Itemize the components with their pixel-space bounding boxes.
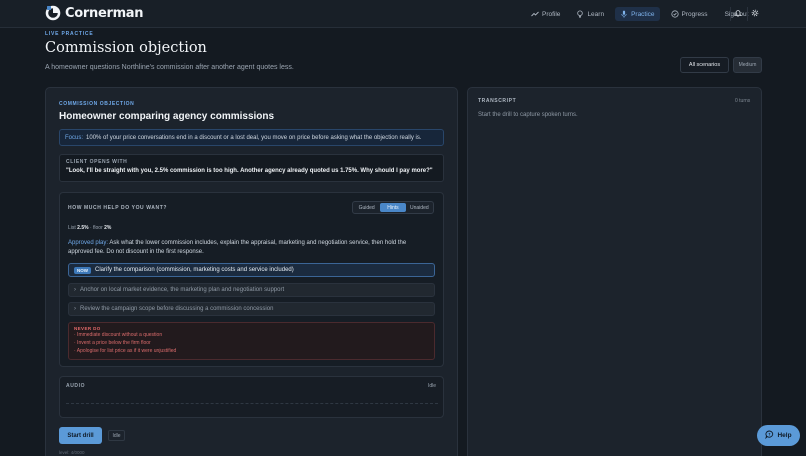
nav-practice-label: Practice [631, 10, 655, 18]
never-do-item: · Immediate discount without a question [74, 332, 163, 338]
list-label: List [68, 225, 76, 231]
page-eyebrow: LIVE PRACTICE [45, 31, 94, 37]
level-footer: level: 4/0000 [59, 450, 85, 455]
list-value: 2.5% [77, 225, 89, 231]
help-label: HOW MUCH HELP DO YOU WANT? [68, 205, 168, 211]
chevron-right-icon: › [74, 306, 76, 312]
transcript-count: 0 turns [735, 98, 751, 104]
brand[interactable]: Cornerman [45, 5, 144, 21]
audio-status: Idle [428, 383, 437, 389]
page-subtitle: A homeowner questions Northline's commis… [45, 64, 294, 71]
scenario-eyebrow: COMMISSION OBJECTION [59, 101, 135, 107]
gear-icon [751, 9, 759, 19]
audio-card [59, 376, 444, 418]
help-option-guided[interactable]: Guided [354, 203, 379, 212]
never-do-item: · Apologise for list price as if it were… [74, 348, 177, 354]
difficulty-badge: Medium [733, 57, 762, 73]
approved-play: Approved play: Ask what the lower commis… [68, 239, 430, 257]
never-do-box: NEVER DO · Immediate discount without a … [68, 322, 435, 360]
trend-icon [531, 10, 539, 18]
step-item[interactable]: › Review the campaign scope before discu… [68, 302, 435, 316]
drill-state-chip: Idle [108, 430, 125, 441]
nav-progress-label: Progress [681, 10, 708, 18]
bulb-icon [576, 10, 584, 18]
bell-icon [733, 9, 742, 19]
step-label: Anchor on local market evidence, the mar… [80, 287, 285, 293]
nav-profile-label: Profile [542, 10, 561, 18]
nav-progress[interactable]: Progress [666, 7, 713, 21]
svg-text:?: ? [769, 433, 771, 437]
focus-callout: Focus: 100% of your price conversations … [59, 129, 444, 146]
page-title: Commission objection [45, 40, 207, 56]
settings-button[interactable] [747, 7, 761, 21]
progress-icon [670, 10, 679, 18]
approved-text: Ask what the lower commission includes, … [68, 240, 407, 255]
step-item[interactable]: › Anchor on local market evidence, the m… [68, 283, 435, 297]
client-quote: "Look, I'll be straight with you, 2.5% c… [66, 168, 433, 174]
price-range: List 2.5% · floor 2% [68, 225, 111, 231]
logo-icon [45, 5, 61, 21]
floor-label: · floor [89, 225, 103, 231]
help-button[interactable]: ? Help [757, 425, 800, 446]
transcript-label: TRANSCRIPT [478, 98, 517, 104]
approved-label: Approved play: [68, 240, 109, 246]
audio-waveform [66, 403, 438, 404]
transcript-empty: Start the drill to capture spoken turns. [478, 112, 578, 118]
client-label: CLIENT OPENS WITH [66, 159, 128, 165]
nav-learn-label: Learn [587, 10, 605, 18]
help-level-toggle: Guided Hints Unaided [352, 201, 434, 214]
brand-name: Cornerman [65, 5, 144, 21]
top-nav: Cornerman Profile Learn Practice Progres… [0, 0, 806, 28]
scenario-title: Homeowner comparing agency commissions [59, 111, 275, 122]
step-label: Review the campaign scope before discuss… [80, 306, 274, 312]
focus-label: Focus: [65, 134, 84, 141]
nav-profile[interactable]: Profile [526, 7, 565, 21]
never-do-item: · Invent a price below the firm floor [74, 340, 151, 346]
floor-value: 2% [104, 225, 112, 231]
step-current[interactable]: NOW Clarify the comparison (commission, … [68, 263, 435, 277]
focus-text: 100% of your price conversations end in … [86, 134, 422, 141]
chat-icon: ? [765, 430, 774, 441]
notifications-button[interactable] [730, 7, 744, 21]
nav-practice[interactable]: Practice [615, 7, 660, 21]
start-drill-button[interactable]: Start drill [59, 427, 102, 444]
help-option-hints[interactable]: Hints [380, 203, 406, 212]
main-nav: Profile Learn Practice Progress Sign out [526, 7, 748, 21]
transcript-panel [467, 87, 762, 456]
all-scenarios-button[interactable]: All scenarios [680, 57, 729, 73]
mic-icon [620, 10, 628, 18]
chevron-right-icon: › [74, 287, 76, 293]
now-badge: NOW [74, 266, 91, 274]
audio-label: AUDIO [66, 383, 86, 389]
step-label: Clarify the comparison (commission, mark… [95, 267, 294, 273]
help-button-label: Help [777, 432, 792, 439]
help-option-unaided[interactable]: Unaided [407, 203, 432, 212]
nav-learn[interactable]: Learn [571, 7, 609, 21]
